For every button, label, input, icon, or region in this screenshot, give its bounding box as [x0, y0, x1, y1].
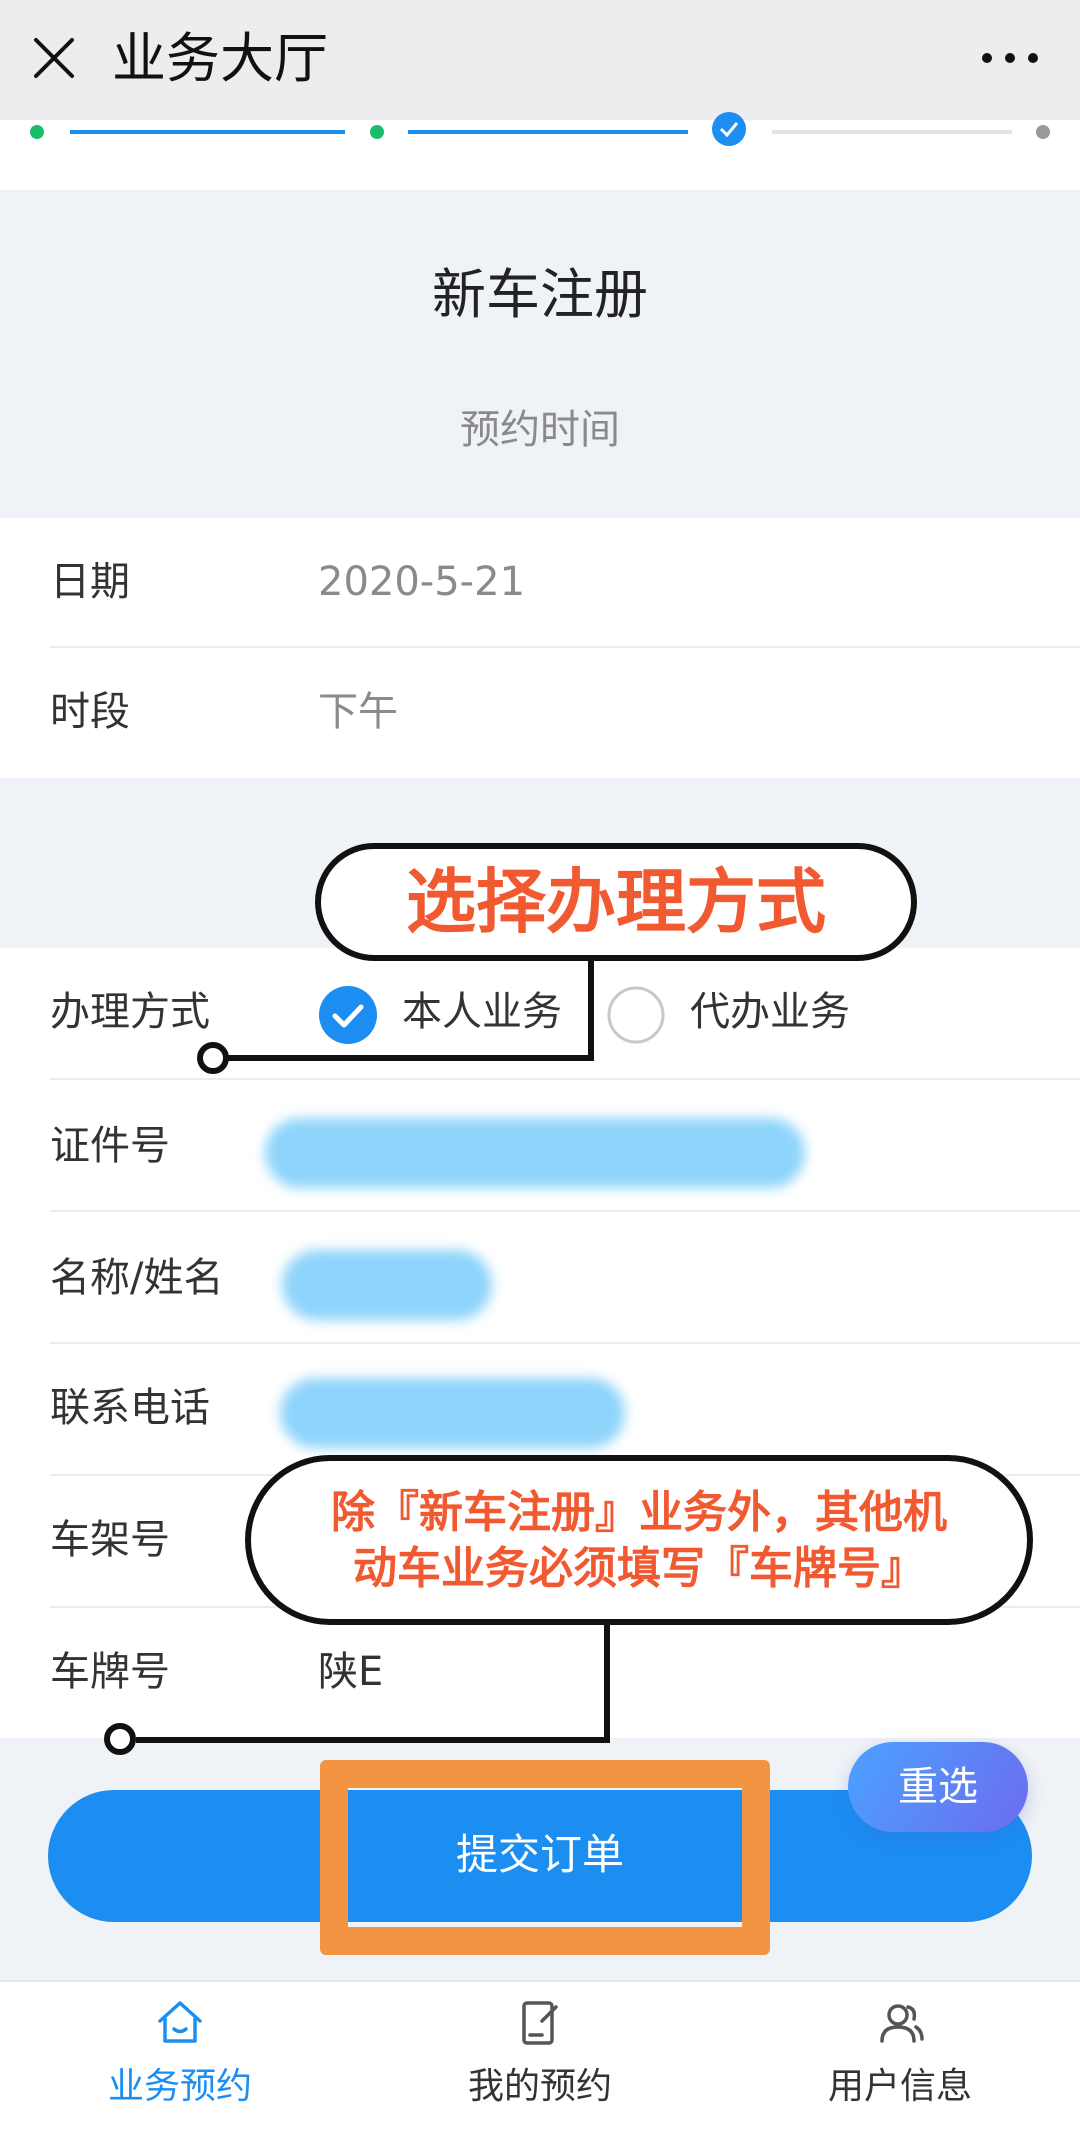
plate-callout-line-2: 动车业务必须填写『车牌号』 — [353, 1543, 925, 1594]
plate-prefix-value[interactable]: 陕E — [318, 1642, 383, 1702]
document-edit-icon — [522, 2001, 558, 2045]
name-label: 名称/姓名 — [50, 1255, 224, 1301]
name-input-redacted[interactable] — [282, 1250, 492, 1320]
period-value[interactable]: 下午 — [318, 682, 398, 742]
plate-callout-pin — [104, 1723, 136, 1755]
method-callout: 选择办理方式 — [315, 843, 917, 961]
divider — [50, 1342, 1080, 1344]
section-subtitle: 预约时间 — [460, 407, 620, 453]
reselect-label[interactable]: 重选 — [848, 1752, 1028, 1822]
date-value[interactable]: 2020-5-21 — [318, 552, 525, 612]
home-icon — [158, 2001, 202, 2043]
step-progress — [0, 112, 1080, 190]
radio-self-label[interactable]: 本人业务 — [402, 982, 562, 1042]
checked-radio-icon — [319, 986, 377, 1044]
nav-label-user-info[interactable]: 用户信息 — [770, 2057, 1030, 2117]
more-dots-icon — [982, 53, 1038, 63]
radio-proxy[interactable] — [606, 985, 666, 1045]
step-line-3 — [772, 130, 1012, 134]
time-section — [0, 518, 1080, 778]
plate-callout: 除『新车注册』业务外，其他机 动车业务必须填写『车牌号』 — [245, 1455, 1033, 1625]
form-title: 新车注册 — [432, 263, 648, 326]
unchecked-radio-icon — [607, 986, 665, 1044]
divider — [50, 1078, 1080, 1080]
method-callout-connector — [588, 961, 594, 1061]
date-label: 日期 — [50, 559, 130, 605]
page-title: 业务大厅 — [112, 27, 328, 90]
nav-item-user-info[interactable]: 用户信息 — [770, 1995, 1030, 2125]
plate-callout-line-1: 除『新车注册』业务外，其他机 — [331, 1487, 947, 1538]
method-callout-connector — [214, 1055, 594, 1061]
plate-callout-connector — [136, 1737, 610, 1743]
plate-label: 车牌号 — [50, 1649, 170, 1695]
method-callout-pin — [197, 1042, 229, 1074]
step-line-2 — [408, 130, 688, 134]
close-button[interactable] — [26, 22, 86, 92]
more-options-button[interactable] — [975, 28, 1045, 88]
step-dot-1 — [30, 125, 44, 139]
radio-self[interactable] — [318, 985, 378, 1045]
step-line-1 — [70, 130, 345, 134]
close-icon — [34, 38, 74, 78]
id-number-input-redacted[interactable] — [265, 1118, 805, 1188]
nav-label-appointment[interactable]: 业务预约 — [50, 2057, 310, 2117]
period-label: 时段 — [50, 689, 130, 735]
id-number-label: 证件号 — [50, 1123, 170, 1169]
step-dot-2 — [370, 125, 384, 139]
phone-input-redacted[interactable] — [280, 1378, 625, 1448]
method-label: 办理方式 — [50, 989, 210, 1035]
plate-callout-connector — [604, 1625, 610, 1743]
step-dot-4 — [1036, 125, 1050, 139]
divider — [50, 646, 1080, 648]
users-icon — [880, 2004, 924, 2043]
divider — [50, 1210, 1080, 1212]
vin-label: 车架号 — [50, 1517, 170, 1563]
radio-proxy-label[interactable]: 代办业务 — [690, 982, 850, 1042]
step-current-check-icon — [712, 112, 746, 146]
nav-label-my-appointments[interactable]: 我的预约 — [410, 2057, 670, 2117]
phone-label: 联系电话 — [50, 1385, 210, 1431]
submit-order-label[interactable]: 提交订单 — [320, 1820, 760, 1890]
nav-item-appointment[interactable]: 业务预约 — [50, 1995, 310, 2125]
nav-item-my-appointments[interactable]: 我的预约 — [410, 1995, 670, 2125]
